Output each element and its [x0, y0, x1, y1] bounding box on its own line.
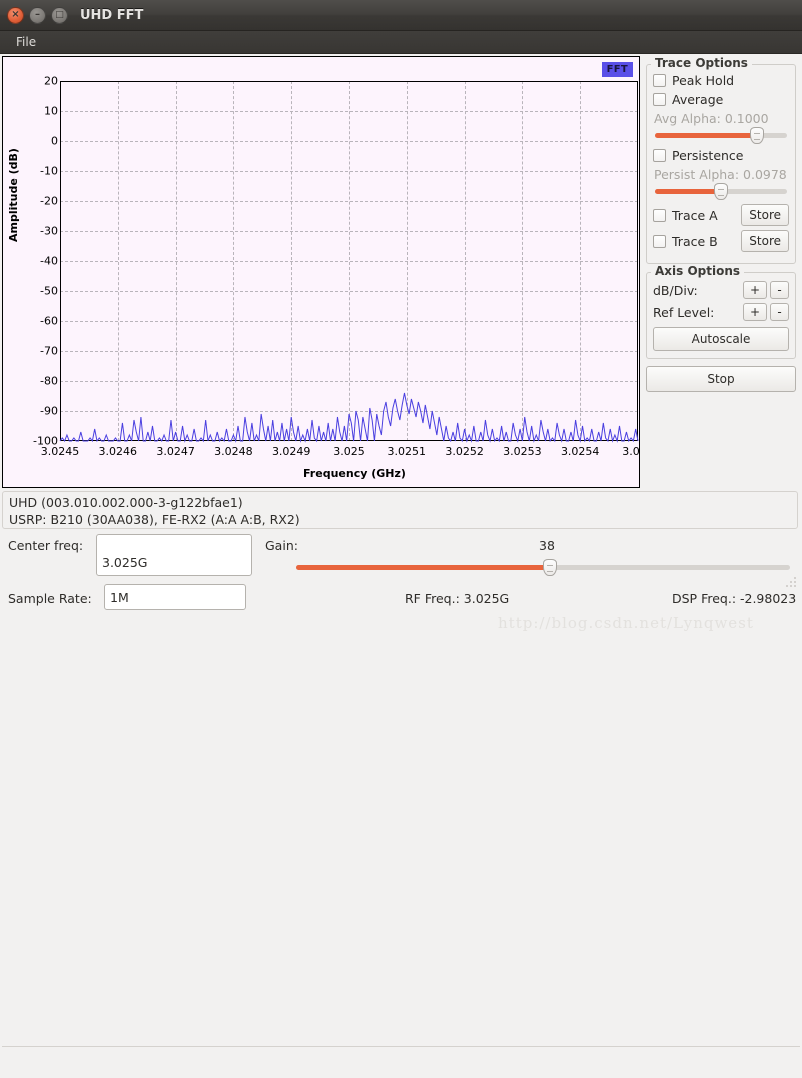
- trace-a-label: Trace A: [672, 207, 718, 223]
- trace-b-row[interactable]: Trace B Store: [653, 230, 789, 252]
- dsp-freq-text: DSP Freq.: -2.98023: [672, 591, 797, 606]
- ref-level-steppers: + -: [742, 303, 789, 321]
- fft-trace: [59, 392, 639, 443]
- resize-grip[interactable]: [786, 577, 798, 589]
- gain-slider-handle[interactable]: [543, 559, 558, 576]
- minimize-button[interactable]: –: [29, 6, 46, 24]
- db-div-minus-button[interactable]: -: [770, 281, 789, 299]
- trace-options-title: Trace Options: [651, 56, 752, 70]
- trace-b-store-button[interactable]: Store: [741, 230, 789, 252]
- status-bar: [2, 1046, 800, 1078]
- close-button[interactable]: ×: [7, 6, 24, 24]
- trace-b-checkbox[interactable]: [653, 234, 666, 248]
- persistence-row[interactable]: Persistence: [653, 148, 789, 163]
- gain-slider-fill: [296, 565, 551, 570]
- gain-label: Gain:: [265, 538, 298, 553]
- ref-level-label: Ref Level:: [653, 304, 715, 320]
- persist-alpha-handle[interactable]: [714, 183, 728, 200]
- trace-line: [59, 392, 639, 443]
- rf-freq-text: RF Freq.: 3.025G: [405, 591, 510, 606]
- db-div-plus-button[interactable]: +: [742, 281, 767, 299]
- persistence-checkbox[interactable]: [653, 149, 666, 162]
- db-div-row: dB/Div: + -: [653, 281, 789, 299]
- sample-rate-input[interactable]: [104, 584, 246, 610]
- fft-legend-badge: FFT: [601, 62, 633, 77]
- peak-hold-checkbox[interactable]: [653, 74, 666, 87]
- maximize-button[interactable]: □: [51, 6, 68, 24]
- avg-alpha-fill: [655, 133, 757, 138]
- peak-hold-row[interactable]: Peak Hold: [653, 73, 789, 88]
- window-controls: × – □: [0, 6, 68, 24]
- db-div-label: dB/Div:: [653, 282, 698, 298]
- center-freq-label: Center freq:: [8, 538, 84, 553]
- ref-level-row: Ref Level: + -: [653, 303, 789, 321]
- axis-options-title: Axis Options: [651, 264, 745, 278]
- bottom-panel: UHD (003.010.002.000-3-g122bfae1) USRP: …: [0, 490, 802, 1047]
- watermark-text: http://blog.csdn.net/Lynqwest: [498, 614, 754, 632]
- db-div-steppers: + -: [742, 281, 789, 299]
- avg-alpha-handle[interactable]: [749, 127, 764, 144]
- trace-a-row[interactable]: Trace A Store: [653, 204, 789, 226]
- menu-bar: File: [0, 31, 802, 54]
- gain-slider[interactable]: [296, 559, 790, 576]
- average-label: Average: [672, 92, 724, 107]
- trace-options-group: Trace Options Peak Hold Average Avg Alph…: [646, 56, 796, 264]
- average-row[interactable]: Average: [653, 92, 789, 107]
- avg-alpha-slider[interactable]: [655, 127, 787, 144]
- usrp-device-line: USRP: B210 (30AA038), FE-RX2 (A:A A:B, R…: [9, 512, 300, 527]
- autoscale-button[interactable]: Autoscale: [653, 327, 789, 351]
- trace-b-label: Trace B: [672, 233, 718, 249]
- options-panel: Trace Options Peak Hold Average Avg Alph…: [642, 56, 800, 488]
- window-title: UHD FFT: [80, 7, 144, 23]
- uhd-fft-window: × – □ UHD FFT File FFT Amplitude (dB) 20…: [0, 0, 802, 1047]
- menu-item-file[interactable]: File: [10, 33, 42, 51]
- device-info-box: UHD (003.010.002.000-3-g122bfae1) USRP: …: [2, 491, 798, 529]
- close-icon: ×: [11, 9, 20, 20]
- persist-alpha-fill: [655, 189, 721, 194]
- sample-rate-label: Sample Rate:: [8, 591, 92, 606]
- minimize-icon: –: [35, 9, 40, 20]
- content-area: FFT Amplitude (dB) 20 10 0 -10 -20 -30 -40 -50-…: [0, 54, 802, 1047]
- title-bar: × – □ UHD FFT: [0, 0, 802, 31]
- trace-a-checkbox[interactable]: [653, 208, 666, 222]
- maximize-icon: □: [55, 9, 64, 20]
- stop-button[interactable]: Stop: [646, 366, 796, 392]
- persistence-label: Persistence: [672, 148, 744, 163]
- uhd-version-line: UHD (003.010.002.000-3-g122bfae1): [9, 495, 243, 510]
- axis-options-group: Axis Options dB/Div: + - Ref Level: + -: [646, 264, 796, 359]
- peak-hold-label: Peak Hold: [672, 73, 735, 88]
- avg-alpha-label: Avg Alpha: 0.1000: [654, 111, 769, 126]
- trace-a-store-button[interactable]: Store: [741, 204, 789, 226]
- ref-level-minus-button[interactable]: -: [770, 303, 789, 321]
- persist-alpha-slider[interactable]: [655, 183, 787, 200]
- gain-value: 38: [539, 538, 555, 553]
- fft-plot[interactable]: FFT Amplitude (dB) 20 10 0 -10 -20 -30 -40 -50-…: [2, 56, 640, 488]
- center-freq-input[interactable]: [96, 534, 252, 576]
- persist-alpha-label: Persist Alpha: 0.0978: [654, 167, 787, 182]
- ref-level-plus-button[interactable]: +: [742, 303, 767, 321]
- average-checkbox[interactable]: [653, 93, 666, 106]
